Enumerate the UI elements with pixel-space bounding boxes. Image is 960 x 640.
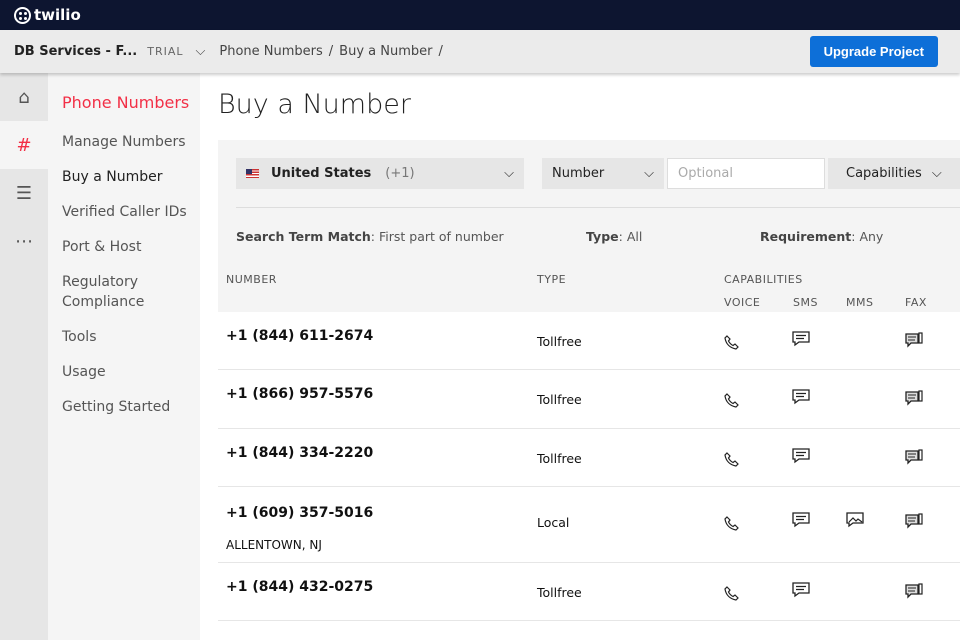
sms-icon — [792, 582, 810, 598]
country-code: (+1) — [385, 166, 415, 181]
more-icon[interactable]: ⋯ — [0, 217, 48, 265]
us-flag-icon — [246, 169, 259, 178]
number-type: Tollfree — [537, 334, 582, 349]
page-title: Buy a Number — [218, 89, 411, 120]
number-type: Tollfree — [537, 585, 582, 600]
sidebar-item-verified-caller-ids[interactable]: Verified Caller IDs — [62, 202, 200, 222]
country-value: United States — [271, 166, 372, 181]
fax-icon — [905, 449, 923, 465]
main-content: Buy a Number United States (+1) ⌵ Number… — [200, 73, 960, 640]
search-input[interactable]: Optional — [667, 158, 825, 189]
chevron-down-icon: ⌵ — [931, 166, 942, 181]
table-row[interactable]: +1 (844) 432-0275 Tollfree — [218, 563, 960, 621]
plan-badge: TRIAL — [147, 45, 184, 58]
account-chevron-down-icon[interactable]: ⌵ — [196, 44, 206, 59]
hash-icon[interactable]: # — [0, 121, 48, 169]
search-by-value: Number — [552, 166, 605, 181]
phone-number[interactable]: +1 (844) 432-0275 — [226, 579, 373, 595]
sidebar: Phone Numbers Manage Numbers Buy a Numbe… — [48, 73, 200, 640]
sms-icon — [792, 331, 810, 347]
voice-icon — [724, 585, 742, 601]
requirement-summary: Requirement: Any — [760, 229, 884, 244]
column-header-number: NUMBER — [226, 273, 277, 286]
number-type: Tollfree — [537, 392, 582, 407]
account-name[interactable]: DB Services - F... — [14, 44, 137, 59]
brand-name[interactable]: twilio — [34, 6, 81, 24]
type-filter-summary: Type: All — [586, 229, 643, 244]
home-icon[interactable]: ⌂ — [0, 73, 48, 121]
voice-icon — [724, 515, 742, 531]
sms-icon — [792, 389, 810, 405]
breadcrumb-bar: DB Services - F... TRIAL ⌵ Phone Numbers… — [0, 30, 960, 73]
number-type: Local — [537, 515, 570, 530]
fax-icon — [905, 390, 923, 406]
voice-icon — [724, 451, 742, 467]
voice-icon — [724, 392, 742, 408]
phone-number[interactable]: +1 (866) 957-5576 — [226, 386, 373, 402]
breadcrumb-separator: / — [328, 44, 334, 59]
number-type: Tollfree — [537, 451, 582, 466]
sms-icon — [792, 512, 810, 528]
table-row[interactable]: +1 (844) 334-2220 Tollfree — [218, 429, 960, 487]
top-bar: twilio — [0, 0, 960, 30]
search-by-select[interactable]: Number ⌵ — [542, 158, 664, 189]
column-header-type: TYPE — [537, 273, 567, 286]
sidebar-item-buy-a-number[interactable]: Buy a Number — [62, 167, 200, 187]
fax-icon — [905, 583, 923, 599]
column-header-sms: SMS — [793, 296, 818, 309]
sidebar-item-manage-numbers[interactable]: Manage Numbers — [62, 132, 200, 152]
sidebar-item-port-host[interactable]: Port & Host — [62, 237, 200, 257]
table-row[interactable]: +1 (609) 357-5016 ALLENTOWN, NJ Local — [218, 487, 960, 563]
chevron-down-icon: ⌵ — [644, 166, 654, 181]
column-header-fax: FAX — [905, 296, 927, 309]
column-header-capabilities: CAPABILITIES — [724, 273, 803, 286]
column-header-voice: VOICE — [724, 296, 761, 309]
mms-icon — [846, 512, 864, 528]
fax-icon — [905, 332, 923, 348]
phone-number[interactable]: +1 (609) 357-5016 — [226, 505, 373, 521]
column-header-mms: MMS — [846, 296, 874, 309]
twilio-logo-icon — [14, 6, 31, 24]
capabilities-select[interactable]: Capabilities ⌵ — [828, 158, 960, 189]
sidebar-item-getting-started[interactable]: Getting Started — [62, 397, 200, 417]
voice-icon — [724, 334, 742, 350]
upgrade-project-button[interactable]: Upgrade Project — [809, 36, 938, 67]
phone-number[interactable]: +1 (844) 611-2674 — [226, 328, 373, 344]
search-term-match: Search Term Match: First part of number — [236, 229, 504, 244]
sidebar-item-regulatory-compliance[interactable]: Regulatory Compliance — [62, 272, 172, 312]
breadcrumb-phone-numbers[interactable]: Phone Numbers — [219, 44, 322, 59]
capabilities-label: Capabilities — [846, 166, 922, 181]
fax-icon — [905, 513, 923, 529]
icon-rail: ⌂ # ☰ ⋯ — [0, 73, 48, 640]
sms-icon — [792, 448, 810, 464]
number-location: ALLENTOWN, NJ — [226, 538, 322, 552]
flow-icon[interactable]: ☰ — [0, 169, 48, 217]
breadcrumb-buy-a-number[interactable]: Buy a Number — [339, 44, 432, 59]
country-select[interactable]: United States (+1) ⌵ — [236, 158, 524, 189]
phone-number[interactable]: +1 (844) 334-2220 — [226, 445, 373, 461]
sidebar-item-tools[interactable]: Tools — [62, 327, 200, 347]
sidebar-title[interactable]: Phone Numbers — [62, 93, 200, 112]
breadcrumb-separator: / — [438, 44, 443, 59]
table-row[interactable]: +1 (866) 957-5576 Tollfree — [218, 370, 960, 429]
table-row[interactable]: +1 (844) 611-2674 Tollfree — [218, 312, 960, 370]
sidebar-item-usage[interactable]: Usage — [62, 362, 200, 382]
chevron-down-icon: ⌵ — [504, 166, 514, 181]
